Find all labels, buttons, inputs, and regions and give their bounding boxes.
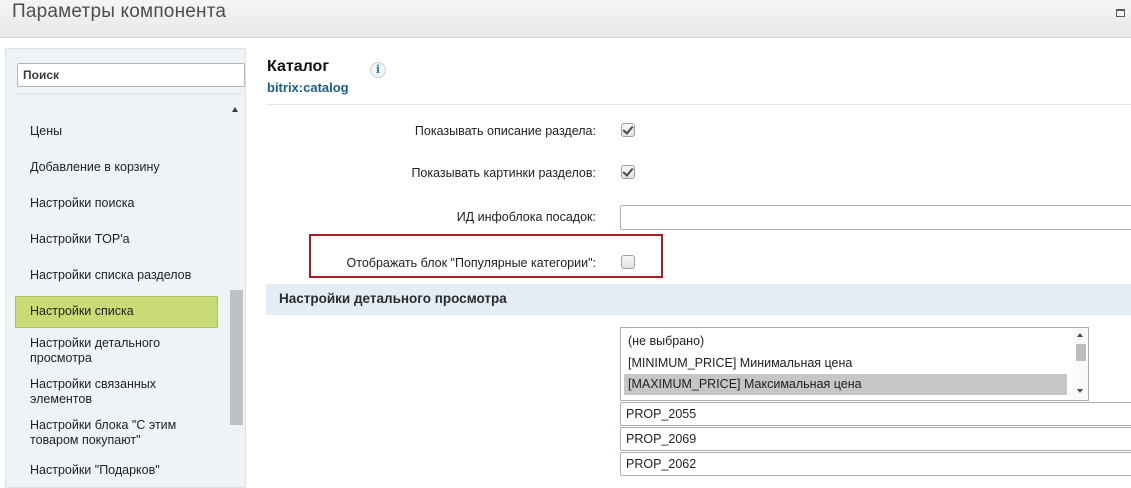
component-code: bitrix:catalog — [267, 80, 349, 95]
sidebar-item-label: Настройки связанных элементов — [30, 377, 157, 406]
info-icon[interactable]: i — [370, 62, 386, 78]
sidebar-divider — [17, 93, 241, 95]
sidebar: Цены Добавление в корзину Настройки поис… — [5, 48, 246, 488]
sidebar-item-label: Настройки поиска — [30, 196, 135, 210]
setting-label-show-section-images: Показывать картинки разделов: — [411, 166, 596, 180]
checkbox-show-section-images[interactable] — [621, 165, 635, 179]
property-field[interactable]: PROP_2055 — [620, 402, 1131, 426]
scroll-down-arrow-icon[interactable] — [1077, 389, 1083, 393]
sidebar-item-label: Настройки TOP'а — [30, 232, 130, 246]
setting-label-popular-categories: Отображать блок "Популярные категории": — [346, 256, 596, 270]
sidebar-item-label: Настройки детального просмотра — [30, 336, 161, 365]
header-divider — [266, 104, 1131, 105]
checkbox-popular-categories[interactable] — [621, 255, 635, 269]
setting-label-show-section-description: Показывать описание раздела: — [414, 124, 596, 138]
sidebar-list: Цены Добавление в корзину Настройки поис… — [15, 96, 229, 488]
landing-iblock-id-input[interactable] — [620, 205, 1131, 230]
price-listbox[interactable]: (не выбрано) [MINIMUM_PRICE] Минимальная… — [620, 327, 1089, 401]
sidebar-item-search-settings[interactable]: Настройки поиска — [15, 196, 218, 211]
main-panel: Каталог i bitrix:catalog Показывать опис… — [266, 48, 1131, 479]
sidebar-item-gifts[interactable]: Настройки "Подарков" — [15, 463, 218, 478]
search-input[interactable] — [17, 63, 245, 87]
sidebar-item-label: Настройки блока "С этим товаром покупают… — [30, 418, 177, 447]
sidebar-item-top-settings[interactable]: Настройки TOP'а — [15, 232, 218, 247]
component-title: Каталог — [267, 58, 329, 75]
listbox-scrollbar-thumb[interactable] — [1076, 344, 1086, 361]
sidebar-item-label: Настройки "Подарков" — [30, 463, 160, 477]
scroll-up-arrow-icon[interactable] — [232, 107, 238, 112]
setting-label-landing-iblock-id: ИД инфоблока посадок: — [456, 210, 596, 224]
sidebar-item-section-list[interactable]: Настройки списка разделов — [15, 268, 218, 283]
sidebar-item-detail-view[interactable]: Настройки детального просмотра — [15, 336, 185, 366]
sidebar-scrollbar-thumb[interactable] — [230, 290, 243, 425]
sidebar-item-also-bought[interactable]: Настройки блока "С этим товаром покупают… — [15, 418, 200, 448]
sidebar-item-label: Добавление в корзину — [30, 160, 160, 174]
sidebar-item-label: Цены — [30, 124, 63, 138]
listbox-scrollbar[interactable] — [1073, 328, 1088, 400]
sidebar-item-prices[interactable]: Цены — [15, 124, 218, 139]
sidebar-item-list-settings[interactable]: Настройки списка — [15, 296, 218, 328]
maximize-icon[interactable] — [1116, 9, 1125, 17]
window-titlebar: Параметры компонента — [0, 0, 1131, 38]
checkbox-show-section-description[interactable] — [621, 123, 635, 137]
sidebar-item-label: Настройки списка разделов — [30, 268, 192, 282]
sidebar-item-label: Настройки списка — [30, 304, 134, 318]
sidebar-item-related[interactable]: Настройки связанных элементов — [15, 377, 175, 407]
property-field[interactable]: PROP_2069 — [620, 427, 1131, 451]
listbox-option[interactable]: [MINIMUM_PRICE] Минимальная цена — [624, 353, 1067, 374]
listbox-option[interactable]: (не выбрано) — [624, 331, 1067, 352]
sidebar-item-add-to-cart[interactable]: Добавление в корзину — [15, 160, 218, 175]
listbox-option-selected[interactable]: [MAXIMUM_PRICE] Максимальная цена — [624, 374, 1067, 395]
scroll-up-arrow-icon[interactable] — [1077, 333, 1083, 337]
property-field[interactable]: PROP_2062 — [620, 452, 1131, 476]
section-header-detail-view[interactable]: Настройки детального просмотра — [266, 284, 1131, 315]
window-title: Параметры компонента — [12, 1, 227, 22]
